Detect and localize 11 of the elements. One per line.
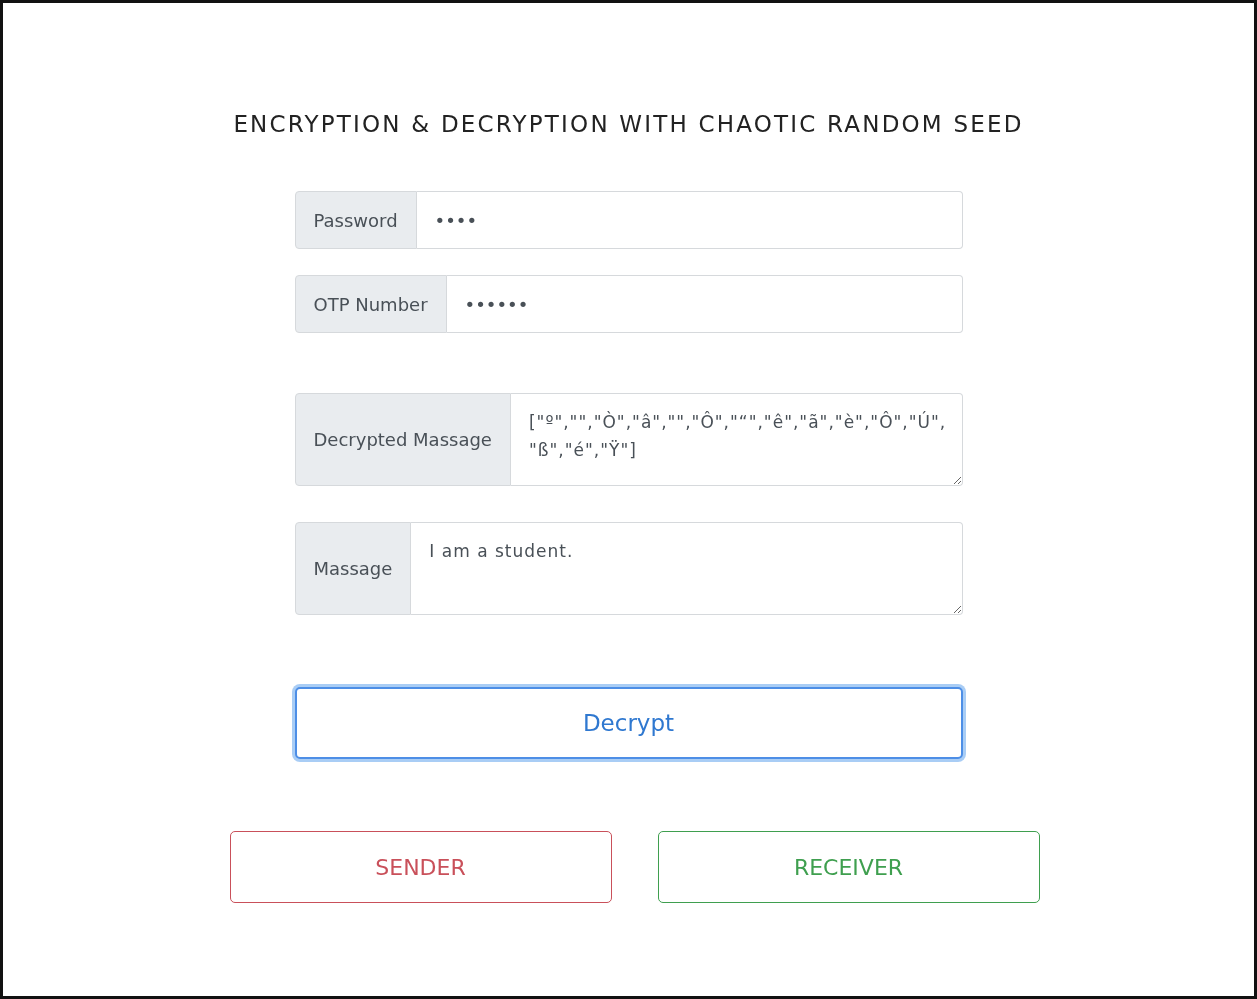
mode-button[interactable]: SENDER: [229, 831, 612, 903]
text-area[interactable]: I am a student.: [411, 522, 963, 615]
field-label: Decrypted Massage: [294, 393, 511, 486]
decrypt-button[interactable]: Decrypt: [294, 687, 963, 759]
field-label: Massage: [294, 522, 412, 615]
page-title: ENCRYPTION & DECRYPTION WITH CHAOTIC RANDOM SEED: [232, 111, 1025, 137]
field-label: OTP Number: [294, 275, 447, 333]
input-field[interactable]: ••••: [416, 191, 963, 249]
text-area[interactable]: ["º","","Ò","â","","Ô","“","ê","ã","è","Ô","Ú","ß","é","Ÿ"]: [510, 393, 963, 486]
input-field[interactable]: ••••••: [446, 275, 963, 333]
field-label: Password: [294, 191, 417, 249]
